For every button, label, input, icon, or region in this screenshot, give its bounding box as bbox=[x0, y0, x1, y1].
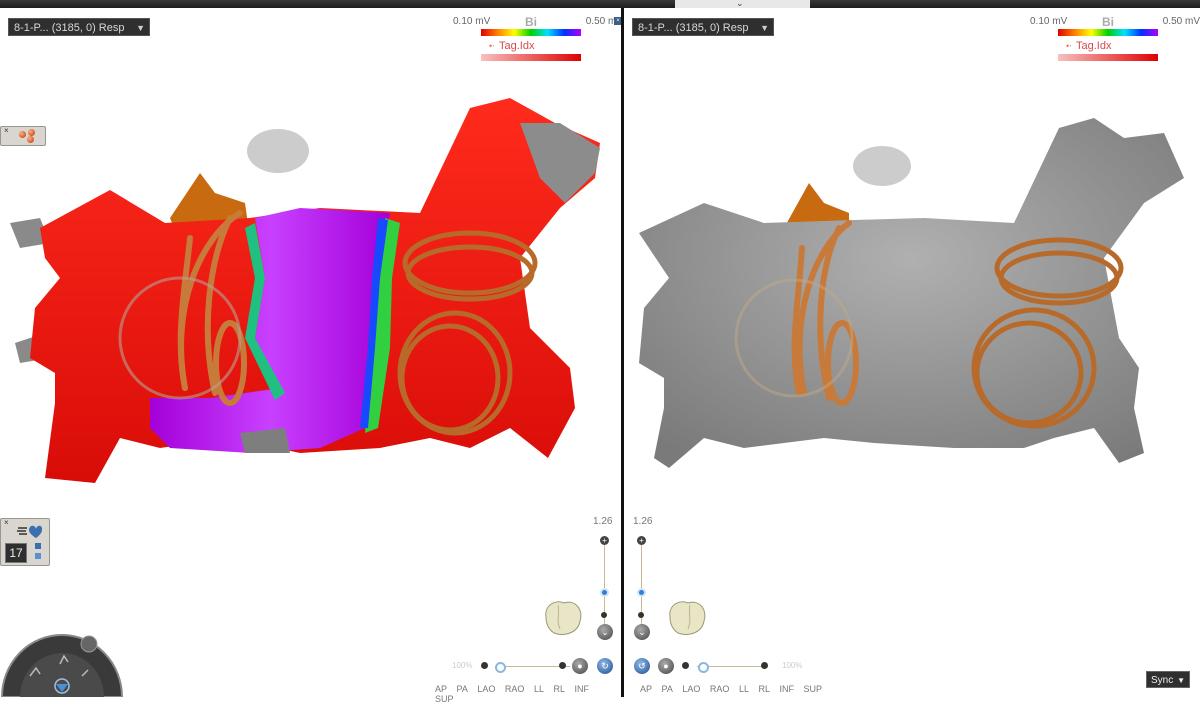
sync-label: Sync bbox=[1151, 675, 1174, 686]
view-pa-button[interactable]: PA bbox=[662, 684, 673, 694]
right-map-pane[interactable]: 8-1-P... (3185, 0) Resp ▼ 0.10 mV Bi 0.5… bbox=[624, 8, 1200, 697]
rotate-slider-knob[interactable] bbox=[495, 662, 506, 673]
view-sup-button[interactable]: SUP bbox=[804, 684, 823, 694]
anatomy-3d-view[interactable] bbox=[624, 8, 1200, 697]
zoom-minus-icon[interactable] bbox=[638, 612, 644, 618]
rotate-view-icon[interactable]: ↺ bbox=[634, 658, 650, 674]
view-lao-button[interactable]: LAO bbox=[682, 684, 700, 694]
beat-counter-value: 17 bbox=[5, 543, 27, 563]
view-inf-button[interactable]: INF bbox=[575, 684, 590, 694]
rotate-plus-icon[interactable] bbox=[559, 662, 566, 669]
shadow-ellipse bbox=[247, 129, 309, 173]
beat-option-icon[interactable] bbox=[35, 543, 41, 549]
view-ll-button[interactable]: LL bbox=[534, 684, 544, 694]
left-map-pane[interactable]: 8-1-P... (3185, 0) Resp ▼ 0.10 mV Bi 0.5… bbox=[0, 8, 623, 704]
zoom-slider-knob[interactable] bbox=[637, 588, 646, 597]
zoom-plus-icon[interactable]: + bbox=[600, 536, 609, 545]
chevron-down-icon[interactable]: ⌄ bbox=[597, 624, 613, 640]
zoom-minus-icon[interactable] bbox=[601, 612, 607, 618]
reset-view-icon[interactable]: ● bbox=[572, 658, 588, 674]
rotate-view-icon[interactable]: ↻ bbox=[597, 658, 613, 674]
rotate-plus-icon[interactable] bbox=[761, 662, 768, 669]
chevron-down-icon[interactable]: ⌄ bbox=[634, 624, 650, 640]
view-sup-button[interactable]: SUP bbox=[435, 694, 454, 704]
orientation-heart-icon[interactable] bbox=[664, 595, 709, 640]
electrode-display-widget[interactable]: × bbox=[0, 126, 46, 146]
view-pa-button[interactable]: PA bbox=[457, 684, 468, 694]
zoom-percent: 100% bbox=[452, 661, 473, 670]
window-title-bar: ⌄ bbox=[0, 0, 1200, 8]
zoom-value: 1.26 bbox=[593, 516, 613, 527]
view-ap-button[interactable]: AP bbox=[640, 684, 652, 694]
view-lao-button[interactable]: LAO bbox=[477, 684, 495, 694]
beat-counter-widget[interactable]: × 17 bbox=[0, 518, 50, 566]
view-rao-button[interactable]: RAO bbox=[710, 684, 730, 694]
sync-select[interactable]: Sync ▼ bbox=[1146, 671, 1190, 688]
zoom-slider-knob[interactable] bbox=[600, 588, 609, 597]
view-rl-button[interactable]: RL bbox=[553, 684, 565, 694]
view-ll-button[interactable]: LL bbox=[739, 684, 749, 694]
close-icon[interactable]: × bbox=[4, 126, 9, 135]
rotate-minus-icon[interactable] bbox=[481, 662, 488, 669]
zoom-plus-icon[interactable]: + bbox=[637, 536, 646, 545]
view-rl-button[interactable]: RL bbox=[758, 684, 770, 694]
close-icon[interactable]: × bbox=[4, 518, 9, 527]
view-buttons-left: AP PA LAO RAO LL RL INF SUP bbox=[435, 684, 621, 704]
voltage-map-3d-view[interactable] bbox=[0, 8, 621, 697]
navigation-wheel-icon[interactable] bbox=[0, 624, 124, 697]
heartbeat-icon[interactable] bbox=[15, 522, 43, 540]
orientation-heart-icon[interactable] bbox=[540, 595, 585, 640]
rotate-slider-knob[interactable] bbox=[698, 662, 709, 673]
zoom-value: 1.26 bbox=[633, 516, 653, 527]
view-buttons-right: AP PA LAO RAO LL RL INF SUP bbox=[640, 684, 829, 694]
shadow-ellipse bbox=[853, 146, 911, 186]
beat-option-icon[interactable] bbox=[35, 553, 41, 559]
view-inf-button[interactable]: INF bbox=[780, 684, 795, 694]
chevron-down-icon: ▼ bbox=[1177, 676, 1185, 685]
rotate-minus-icon[interactable] bbox=[682, 662, 689, 669]
view-rao-button[interactable]: RAO bbox=[505, 684, 525, 694]
reset-view-icon[interactable]: ● bbox=[658, 658, 674, 674]
zoom-percent: 100% bbox=[782, 661, 803, 670]
view-ap-button[interactable]: AP bbox=[435, 684, 447, 694]
